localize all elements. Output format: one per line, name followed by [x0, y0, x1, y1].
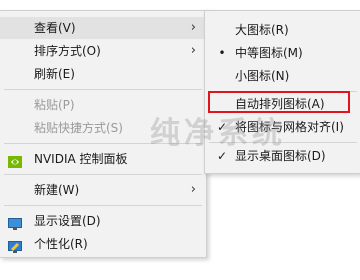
radio-bullet-icon: •	[218, 46, 226, 60]
menu-item-label: 新建(W)	[34, 183, 80, 197]
display-settings-icon	[8, 215, 22, 230]
menu-item-new[interactable]: 新建(W) ›	[0, 179, 206, 201]
menu-item-label: 个性化(R)	[34, 237, 88, 251]
menu-item-label: 小图标(N)	[235, 69, 290, 83]
menu-item-label: 查看(V)	[34, 21, 76, 35]
menu-separator	[4, 205, 202, 206]
menu-item-label: 大图标(R)	[235, 23, 289, 37]
nvidia-icon	[8, 153, 22, 168]
chevron-right-icon: ›	[190, 20, 196, 35]
menu-item-label: 中等图标(M)	[235, 46, 303, 60]
submenu-item-medium-icons[interactable]: • 中等图标(M)	[205, 42, 360, 64]
menu-item-refresh[interactable]: 刷新(E)	[0, 63, 206, 85]
menu-item-label: NVIDIA 控制面板	[34, 152, 128, 166]
menu-item-label: 粘贴快捷方式(S)	[34, 121, 123, 135]
submenu-item-small-icons[interactable]: 小图标(N)	[205, 65, 360, 87]
menu-separator	[4, 174, 202, 175]
submenu-item-large-icons[interactable]: 大图标(R)	[205, 19, 360, 41]
chevron-right-icon: ›	[190, 182, 196, 197]
menu-item-label: 刷新(E)	[34, 67, 75, 81]
menu-item-sort-by[interactable]: 排序方式(O) ›	[0, 40, 206, 62]
menu-item-label: 排序方式(O)	[34, 44, 101, 58]
menu-item-label: 显示设置(D)	[34, 214, 101, 228]
personalize-icon	[8, 238, 22, 253]
menu-item-view[interactable]: 查看(V) ›	[0, 17, 206, 39]
menu-item-personalize[interactable]: 个性化(R)	[0, 233, 206, 255]
watermark: 纯净系统	[150, 116, 286, 151]
chevron-right-icon: ›	[190, 43, 196, 58]
menu-item-label: 粘贴(P)	[34, 98, 75, 112]
menu-separator	[4, 89, 202, 90]
menu-item-display-settings[interactable]: 显示设置(D)	[0, 210, 206, 232]
